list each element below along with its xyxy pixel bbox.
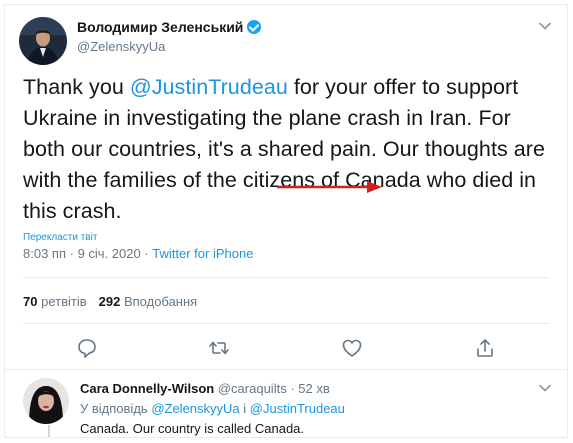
annotation-arrow-icon [277,181,382,193]
meta-sep-2: · [140,246,153,261]
retweet-stat[interactable]: 70 ретвітів [23,294,87,309]
author-handle[interactable]: @ZelenskyyUa [77,39,165,54]
meta-sep-1: · [66,246,78,261]
verified-badge-icon [247,20,262,34]
chevron-down-icon[interactable] [538,19,552,33]
tweet-stats: 70 ретвітів 292 Вподобання [23,294,197,309]
tweet-card: Володимир Зеленський @ZelenskyyUa Thank … [4,4,568,438]
reply-icon[interactable] [76,337,98,359]
retweet-icon[interactable] [208,337,230,359]
tweet-meta: 8:03 пп · 9 січ. 2020 · Twitter for iPho… [23,246,253,261]
reply-mention-2[interactable]: @JustinTrudeau [250,401,345,416]
reply-age[interactable]: 52 хв [298,381,329,396]
tweet-body: Thank you @JustinTrudeau for your offer … [23,72,553,227]
retweet-label: ретвітів [41,294,87,309]
heart-icon[interactable] [341,337,363,359]
share-icon[interactable] [474,337,496,359]
reply-body: Canada. Our country is called Canada. [80,421,305,436]
reply-author-name[interactable]: Cara Donnelly-Wilson [80,381,214,396]
reply-chevron-down-icon[interactable] [538,381,552,395]
retweet-count: 70 [23,294,38,309]
tweet-time[interactable]: 8:03 пп [23,246,66,261]
reply-author-avatar[interactable] [23,378,69,424]
like-count: 292 [98,294,121,309]
author-name[interactable]: Володимир Зеленський [77,19,262,35]
reply-joiner: і [243,401,247,416]
mention-link[interactable]: @JustinTrudeau [130,75,288,99]
reply-mention-1[interactable]: @ZelenskyyUa [151,401,239,416]
author-avatar[interactable] [19,17,67,65]
tweet-source[interactable]: Twitter for iPhone [152,246,253,261]
tweet-date[interactable]: 9 січ. 2020 [78,246,141,261]
like-label: Вподобання [123,294,198,309]
thread-line [48,425,50,437]
author-name-text: Володимир Зеленський [77,19,244,35]
replying-to: У відповідь @ZelenskyyUa і @JustinTrudea… [80,401,345,416]
like-stat[interactable]: 292 Вподобання [99,294,198,309]
reply-header: Cara Donnelly-Wilson @caraquilts · 52 хв [80,381,330,396]
reply-sep: · [286,381,299,396]
divider [5,369,567,370]
reply-prefix: У відповідь [80,401,148,416]
reply-author-handle[interactable]: @caraquilts [218,381,287,396]
divider [23,323,549,324]
divider [23,277,549,278]
tweet-text-start: Thank you [23,75,130,99]
translate-tweet-link[interactable]: Перекласти твіт [23,232,97,243]
